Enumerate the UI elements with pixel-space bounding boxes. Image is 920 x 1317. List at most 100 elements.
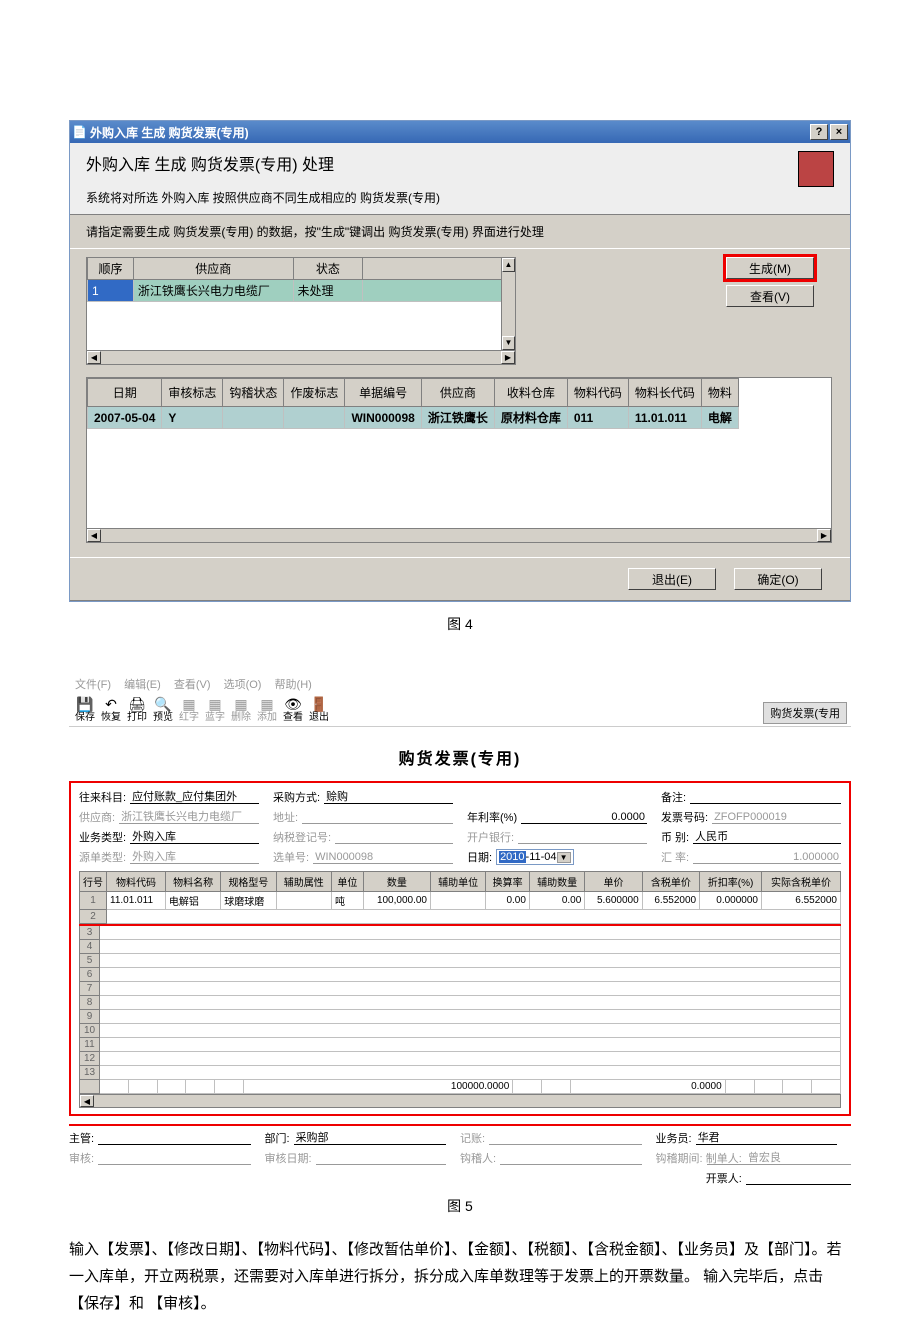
line-items-grid-cont[interactable]: 3 4 5 6 7 8 9 10 11 12 13 100000.00000.0… <box>79 924 841 1094</box>
col-blank[interactable] <box>363 258 503 280</box>
col-supplier2[interactable]: 供应商 <box>421 379 494 407</box>
line-items-grid[interactable]: 行号物料代码物料名称规格型号辅助属性单位数量辅助单位换算率辅助数量单价含税单价折… <box>79 871 841 924</box>
col-4[interactable]: 辅助属性 <box>276 872 331 892</box>
col-supplier[interactable]: 供应商 <box>133 258 293 280</box>
table-row[interactable]: 7 <box>80 982 841 996</box>
col-13[interactable]: 实际含税单价 <box>761 872 840 892</box>
field-book[interactable] <box>489 1131 641 1145</box>
col-matlong[interactable]: 物料长代码 <box>628 379 701 407</box>
field-dept[interactable]: 采购部 <box>294 1131 446 1145</box>
toolbar-添加[interactable]: ▦添加 <box>255 696 279 724</box>
col-1[interactable]: 物料代码 <box>107 872 166 892</box>
field-sales[interactable]: 华君 <box>696 1131 837 1145</box>
scroll-right-icon[interactable]: ▶ <box>817 529 831 542</box>
field-address[interactable] <box>302 810 453 824</box>
vertical-scrollbar[interactable]: ▲ ▼ <box>501 258 515 350</box>
scroll-left-icon[interactable]: ◀ <box>87 351 101 364</box>
col-seq[interactable]: 顺序 <box>88 258 134 280</box>
table-row[interactable]: 4 <box>80 940 841 954</box>
field-supplier[interactable]: 浙江铁鹰长兴电力电缆厂 <box>119 810 259 824</box>
table-row[interactable]: 12 <box>80 1052 841 1066</box>
menu-view[interactable]: 查看(V) <box>174 679 211 691</box>
horizontal-scrollbar[interactable]: ◀ <box>79 1094 841 1108</box>
menubar[interactable]: 文件(F) 编辑(E) 查看(V) 选项(O) 帮助(H) <box>69 674 851 694</box>
col-3[interactable]: 规格型号 <box>221 872 276 892</box>
toolbar-查看[interactable]: 👁查看 <box>281 696 305 724</box>
col-void[interactable]: 作废标志 <box>284 379 345 407</box>
toolbar-红字[interactable]: ▦红字 <box>177 696 201 724</box>
field-director[interactable] <box>98 1131 250 1145</box>
titlebar[interactable]: 📄 外购入库 生成 购货发票(专用) ? × <box>70 121 850 143</box>
exit-button[interactable]: 退出(E) <box>628 568 716 590</box>
field-taxreg[interactable] <box>335 830 453 844</box>
toolbar-退出[interactable]: 🚪退出 <box>307 696 331 724</box>
ok-button[interactable]: 确定(O) <box>734 568 822 590</box>
table-row[interactable]: 1 浙江铁鹰长兴电力电缆厂 未处理 <box>88 280 503 302</box>
col-0[interactable]: 行号 <box>80 872 107 892</box>
toolbar-恢复[interactable]: ↶恢复 <box>99 696 123 724</box>
supplier-grid[interactable]: 顺序 供应商 状态 1 浙江铁鹰长兴电力电缆厂 未处理 ▲ ▼ <box>86 257 516 365</box>
detail-grid[interactable]: 日期 审核标志 钩稽状态 作废标志 单据编号 供应商 收料仓库 物料代码 物料长… <box>86 377 832 543</box>
col-10[interactable]: 单价 <box>585 872 642 892</box>
field-biztype[interactable]: 外购入库 <box>130 830 259 844</box>
menu-option[interactable]: 选项(O) <box>224 679 262 691</box>
col-5[interactable]: 单位 <box>331 872 363 892</box>
col-2[interactable]: 物料名称 <box>165 872 220 892</box>
generate-button[interactable]: 生成(M) <box>726 257 814 279</box>
field-exrate[interactable]: 1.000000 <box>693 850 841 864</box>
table-row[interactable]: 2 <box>80 910 841 924</box>
field-srctype[interactable]: 外购入库 <box>130 850 259 864</box>
view-button[interactable]: 查看(V) <box>726 285 814 307</box>
table-row[interactable]: 11 <box>80 1038 841 1052</box>
toolbar-打印[interactable]: 🖨打印 <box>125 696 149 724</box>
table-row[interactable]: 2007-05-04 Y WIN000098 浙江铁鹰长 原材料仓库 011 1… <box>88 407 739 429</box>
field-bank[interactable] <box>518 830 647 844</box>
toolbar-预览[interactable]: 🔍预览 <box>151 696 175 724</box>
scroll-right-icon[interactable]: ▶ <box>501 351 515 364</box>
table-row[interactable]: 111.01.011电解铝球磨球磨吨100,000.000.000.005.60… <box>80 892 841 910</box>
table-row[interactable]: 8 <box>80 996 841 1010</box>
scroll-left-icon[interactable]: ◀ <box>80 1095 94 1107</box>
toolbar-蓝字[interactable]: ▦蓝字 <box>203 696 227 724</box>
scroll-left-icon[interactable]: ◀ <box>87 529 101 542</box>
menu-help[interactable]: 帮助(H) <box>275 679 312 691</box>
scroll-down-icon[interactable]: ▼ <box>502 336 515 350</box>
field-invoice-no[interactable]: ZFOFP000019 <box>712 810 841 824</box>
col-8[interactable]: 换算率 <box>486 872 530 892</box>
field-account[interactable]: 应付账款_应付集团外 <box>130 790 259 804</box>
table-row[interactable]: 9 <box>80 1010 841 1024</box>
field-purchase-mode[interactable]: 赊购 <box>324 790 453 804</box>
table-row[interactable]: 3 <box>80 925 841 940</box>
col-6[interactable]: 数量 <box>363 872 430 892</box>
field-srcno[interactable]: WIN000098 <box>313 850 453 864</box>
col-status[interactable]: 状态 <box>293 258 363 280</box>
col-audit[interactable]: 审核标志 <box>162 379 223 407</box>
col-hook[interactable]: 钩稽状态 <box>223 379 284 407</box>
table-row[interactable]: 5 <box>80 954 841 968</box>
field-issuer[interactable] <box>746 1171 851 1185</box>
col-date[interactable]: 日期 <box>88 379 162 407</box>
close-button[interactable]: × <box>830 124 848 140</box>
col-matcode[interactable]: 物料代码 <box>567 379 628 407</box>
col-warehouse[interactable]: 收料仓库 <box>494 379 567 407</box>
menu-edit[interactable]: 编辑(E) <box>124 679 161 691</box>
table-row[interactable]: 13 <box>80 1066 841 1080</box>
toolbar-删除[interactable]: ▦删除 <box>229 696 253 724</box>
scroll-up-icon[interactable]: ▲ <box>502 258 515 272</box>
table-row[interactable]: 10 <box>80 1024 841 1038</box>
menu-file[interactable]: 文件(F) <box>75 679 111 691</box>
field-rate[interactable]: 0.0000 <box>521 810 647 824</box>
horizontal-scrollbar[interactable]: ◀ ▶ <box>87 350 515 364</box>
col-11[interactable]: 含税单价 <box>642 872 699 892</box>
help-button[interactable]: ? <box>810 124 828 140</box>
horizontal-scrollbar[interactable]: ◀ ▶ <box>87 528 831 542</box>
col-mat[interactable]: 物料 <box>701 379 738 407</box>
dropdown-icon[interactable]: ▼ <box>557 852 571 863</box>
col-7[interactable]: 辅助单位 <box>431 872 486 892</box>
col-billno[interactable]: 单据编号 <box>345 379 421 407</box>
table-row[interactable]: 6 <box>80 968 841 982</box>
field-remark[interactable] <box>690 790 841 804</box>
toolbar-保存[interactable]: 💾保存 <box>73 696 97 724</box>
date-field[interactable]: 2010-11-04▼ <box>496 849 573 865</box>
col-9[interactable]: 辅助数量 <box>529 872 584 892</box>
